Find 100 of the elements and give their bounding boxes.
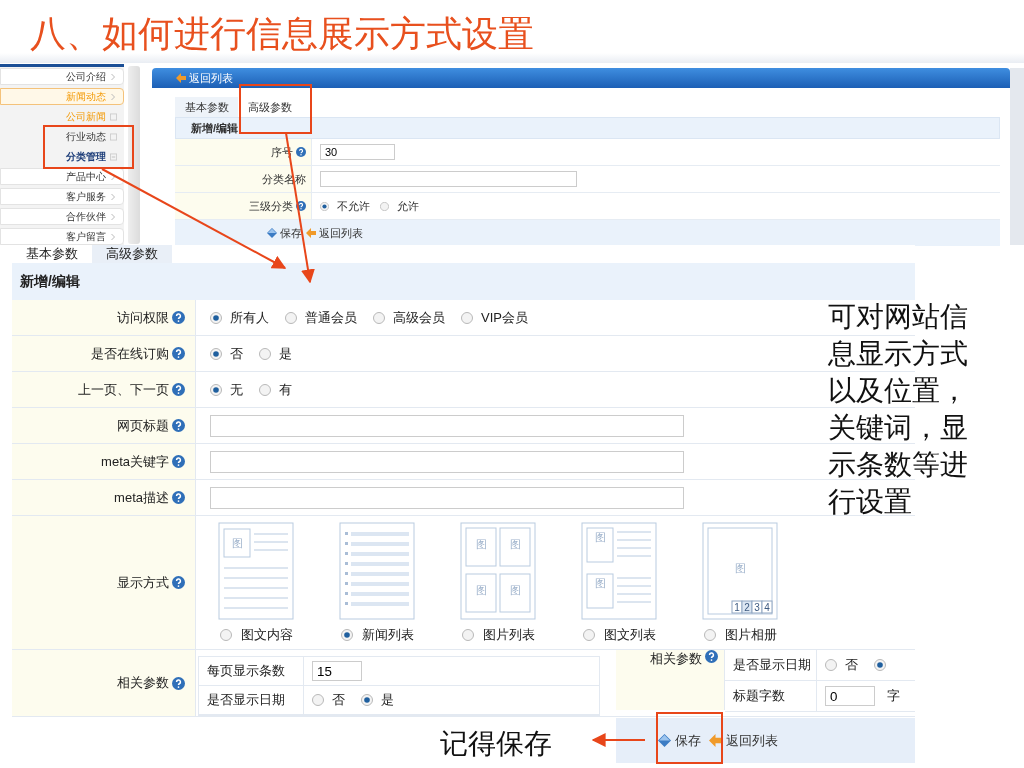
field-label: meta描述 <box>114 488 169 507</box>
layout-thumbnail[interactable]: 图 1 2 3 4 <box>702 521 778 620</box>
radio-button[interactable] <box>461 628 474 641</box>
chevron-icon <box>110 72 117 81</box>
slide-title: 八、如何进行信息展示方式设置 <box>30 12 534 56</box>
radio-button[interactable] <box>874 659 886 671</box>
back-arrow-icon <box>306 228 316 238</box>
field-label: 访问权限 <box>117 308 169 327</box>
radio-button[interactable] <box>320 201 329 211</box>
radio-label: VIP会员 <box>481 308 528 327</box>
input-field[interactable] <box>210 486 684 509</box>
help-icon[interactable] <box>172 676 185 690</box>
sidebar-item[interactable]: 行业动态 <box>0 128 124 145</box>
radio-button[interactable] <box>219 628 232 641</box>
radio-label: 图片相册 <box>724 625 777 644</box>
radio-label: 所有人 <box>230 308 269 327</box>
radio-button[interactable] <box>373 311 385 324</box>
scrollbar[interactable] <box>1010 68 1024 245</box>
radio-button[interactable] <box>312 694 324 706</box>
radio-label: 高级会员 <box>393 308 445 327</box>
help-icon[interactable] <box>172 455 185 468</box>
radio-label: 否 <box>845 656 858 674</box>
radio-button[interactable] <box>461 311 473 324</box>
help-icon[interactable] <box>172 311 185 324</box>
field-label: 每页显示条数 <box>207 662 285 680</box>
chevron-icon <box>110 232 117 241</box>
input-field[interactable]: 0 <box>825 686 875 706</box>
radio-label: 有 <box>279 380 292 399</box>
radio-label: 图文内容 <box>240 625 293 644</box>
callout-text: 可对网站信息显示方式以及位置，关键词，显示条数等进行设置 <box>828 300 969 519</box>
highlight-frame <box>656 712 723 764</box>
diamond-icon <box>267 228 277 238</box>
collapse-icon <box>110 152 117 161</box>
input-field[interactable] <box>210 414 684 437</box>
form-button[interactable]: 返回列表 <box>306 225 363 241</box>
square-icon <box>110 112 117 121</box>
diamond-icon <box>658 734 671 747</box>
input-field[interactable] <box>320 171 577 187</box>
radio-button[interactable] <box>210 311 222 324</box>
radio-label: 否 <box>332 691 345 709</box>
section-header: 新增/编辑 <box>12 263 915 300</box>
input-field[interactable]: 30 <box>320 144 395 160</box>
radio-button[interactable] <box>380 201 389 211</box>
radio-label: 图文列表 <box>603 625 656 644</box>
help-icon[interactable] <box>296 201 306 211</box>
back-arrow-icon <box>176 73 186 83</box>
radio-label: 新闻列表 <box>361 625 414 644</box>
radio-button[interactable] <box>582 628 595 641</box>
help-icon[interactable] <box>705 650 718 663</box>
sidebar-item[interactable]: 合作伙伴 <box>0 208 124 225</box>
field-label: 相关参数 <box>117 674 169 692</box>
help-icon[interactable] <box>172 491 185 504</box>
form-button[interactable]: 保存 <box>658 731 701 750</box>
chevron-icon <box>110 192 117 201</box>
radio-label: 无 <box>230 380 243 399</box>
scrollbar[interactable] <box>128 66 140 244</box>
radio-label: 是 <box>279 344 292 363</box>
radio-button[interactable] <box>285 311 297 324</box>
unit-label: 字 <box>887 687 900 705</box>
help-icon[interactable] <box>172 576 185 589</box>
sidebar-item[interactable]: 客户留言 <box>0 228 124 245</box>
radio-button[interactable] <box>340 628 353 641</box>
radio-button[interactable] <box>703 628 716 641</box>
field-label: 上一页、下一页 <box>78 380 169 399</box>
sidebar-item[interactable]: 产品中心 <box>0 168 124 185</box>
radio-label: 普通会员 <box>305 308 357 327</box>
section-header: 新增/编辑 <box>175 117 1000 139</box>
input-field[interactable]: 15 <box>312 661 362 681</box>
field-label: 是否显示日期 <box>733 656 811 674</box>
radio-button[interactable] <box>259 347 271 360</box>
radio-button[interactable] <box>210 383 222 396</box>
help-icon[interactable] <box>296 147 306 157</box>
form-button[interactable]: 返回列表 <box>709 731 778 750</box>
radio-button[interactable] <box>259 383 271 396</box>
field-label: 相关参数 <box>650 650 702 668</box>
field-label: 是否显示日期 <box>207 691 285 709</box>
radio-button[interactable] <box>361 694 373 706</box>
radio-button[interactable] <box>210 347 222 360</box>
back-link[interactable]: 返回列表 <box>176 70 233 86</box>
field-label: 三级分类 <box>249 198 293 214</box>
help-icon[interactable] <box>172 347 185 360</box>
sidebar-item[interactable]: 公司介绍 <box>0 68 124 85</box>
radio-button[interactable] <box>825 659 837 671</box>
radio-label: 否 <box>230 344 243 363</box>
sidebar-item[interactable]: 客户服务 <box>0 188 124 205</box>
chevron-icon <box>110 212 117 221</box>
field-label: 网页标题 <box>117 416 169 435</box>
help-icon[interactable] <box>172 419 185 432</box>
field-label: 是否在线订购 <box>91 344 169 363</box>
tab[interactable]: 基本参数 <box>175 97 238 117</box>
help-icon[interactable] <box>172 383 185 396</box>
input-field[interactable] <box>210 450 684 473</box>
form-button[interactable]: 保存 <box>267 225 302 241</box>
radio-label: 不允许 <box>337 198 370 214</box>
pointer-arrow <box>591 733 646 747</box>
callout-text: 记得保存 <box>440 727 552 761</box>
sidebar-item[interactable]: 分类管理 <box>0 148 124 165</box>
tab[interactable]: 高级参数 <box>92 245 172 263</box>
back-arrow-icon <box>709 734 722 747</box>
layout-thumbnail[interactable] <box>339 521 415 620</box>
